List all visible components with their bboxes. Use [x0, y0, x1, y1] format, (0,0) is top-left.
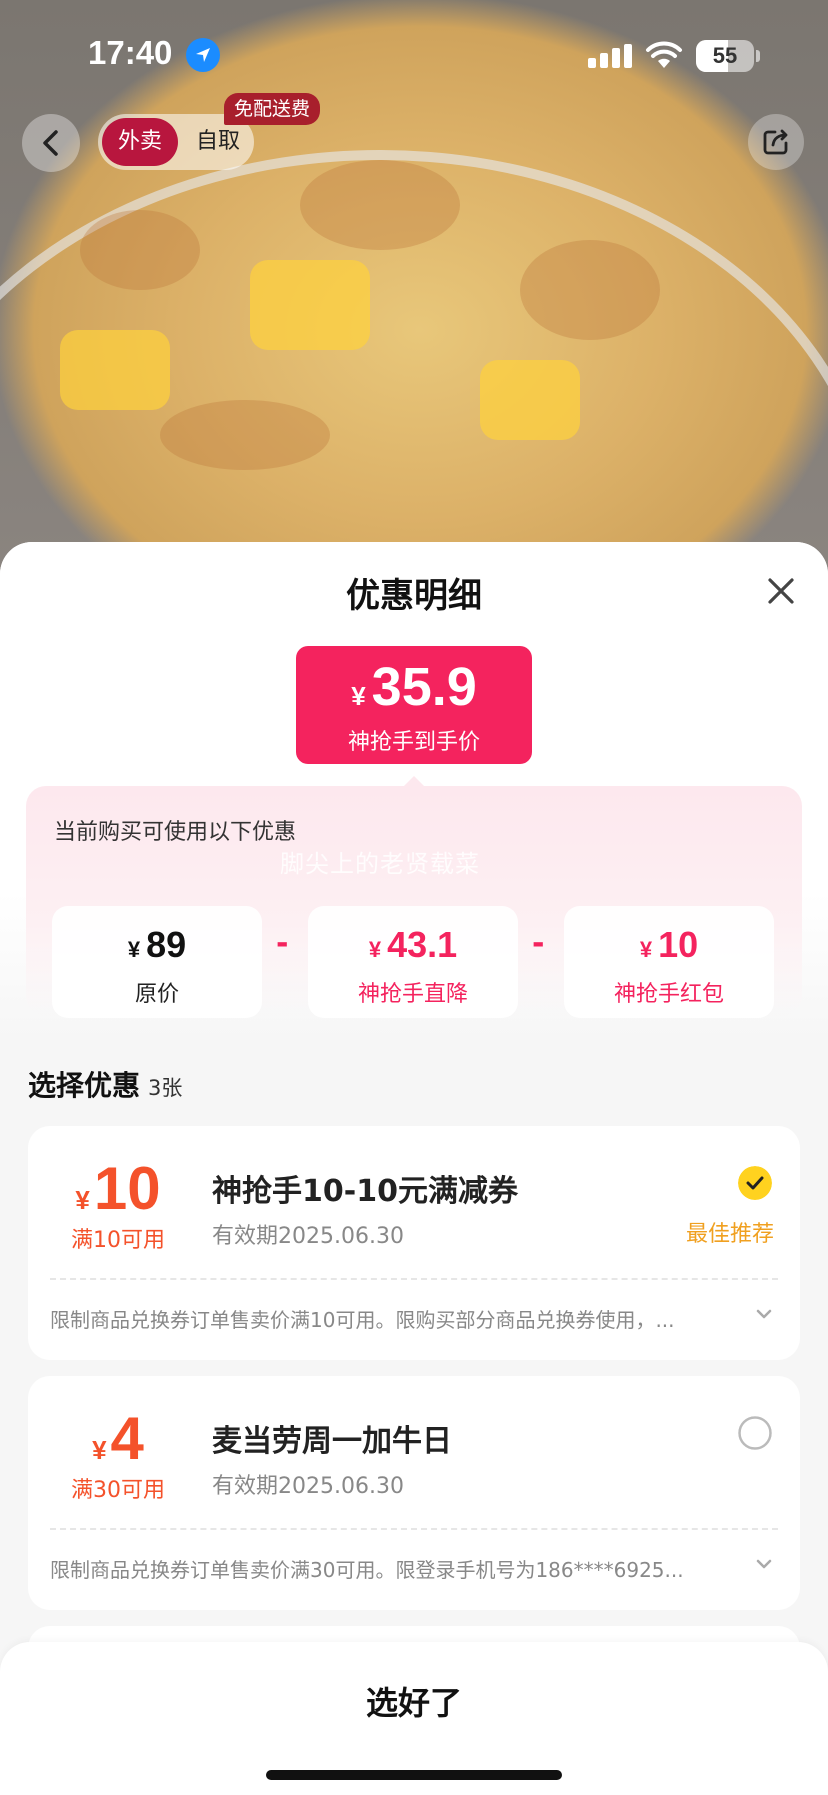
breakdown-original-price: ¥89 原价 [52, 906, 262, 1018]
final-price-label: 神抢手到手价 [347, 730, 480, 755]
coupon-condition: 满10可用 [71, 1228, 165, 1253]
breakdown-red-packet: ¥10 神抢手红包 [564, 906, 774, 1018]
breakdown-title: 当前购买可使用以下优惠 [54, 820, 297, 845]
chevron-down-icon[interactable] [754, 1556, 774, 1572]
share-button[interactable] [748, 114, 804, 170]
divider [50, 1528, 778, 1530]
final-price-box: ¥35.9 神抢手到手价 [296, 646, 532, 764]
minus-sign: - [276, 926, 289, 961]
mode-delivery-tab[interactable]: 外卖 [102, 118, 178, 166]
coupon-description: 限制商品兑换券订单售卖价满30可用。限登录手机号为186****6925... [50, 1558, 684, 1582]
battery-icon: 55 [696, 40, 754, 72]
status-bar: 17:40 55 [0, 0, 828, 110]
sheet-footer: 选好了 [0, 1642, 828, 1795]
coupon-card[interactable]: ¥10 满10可用 神抢手10-10元满减券 有效期2025.06.30 最佳推… [28, 1126, 800, 1360]
final-price: ¥35.9 [351, 657, 477, 717]
price-breakdown: 当前购买可使用以下优惠 脚尖上的老贤载菜 ¥89 原价 - ¥43.1 神抢手直… [26, 786, 802, 1018]
coupon-expiry: 有效期2025.06.30 [212, 1224, 404, 1249]
sheet-title: 优惠明细 [346, 576, 482, 616]
back-chevron-icon [43, 130, 58, 156]
free-delivery-badge: 免配送费 [224, 93, 321, 125]
coupon-name: 麦当劳周一加牛日 [212, 1424, 452, 1459]
location-arrow-icon [186, 38, 220, 72]
close-icon[interactable] [762, 572, 800, 610]
share-icon [763, 129, 788, 155]
coupon-count: 3张 [148, 1076, 183, 1100]
check-icon[interactable] [738, 1166, 772, 1200]
battery-level: 55 [712, 43, 738, 68]
discount-details-sheet: 优惠明细 ¥35.9 神抢手到手价 当前购买可使用以下优惠 脚尖上的老贤载菜 ¥… [0, 542, 828, 1795]
radio-empty-icon[interactable] [738, 1416, 772, 1450]
mode-pickup-tab[interactable]: 自取 [188, 118, 248, 166]
wifi-icon [646, 41, 682, 68]
confirm-button[interactable]: 选好了 [0, 1678, 828, 1724]
best-recommend-tag: 最佳推荐 [686, 1222, 775, 1247]
back-button[interactable] [22, 114, 80, 172]
breakdown-direct-discount: ¥43.1 神抢手直降 [308, 906, 518, 1018]
select-discount-heading: 选择优惠 3张 [28, 1069, 183, 1102]
coupon-card[interactable]: ¥4 满30可用 麦当劳周一加牛日 有效期2025.06.30 限制商品兑换券订… [28, 1376, 800, 1610]
coupon-amount: ¥10 [75, 1155, 161, 1222]
signal-icon [588, 44, 632, 68]
coupon-condition: 满30可用 [71, 1478, 165, 1503]
minus-sign: - [532, 926, 545, 961]
divider [50, 1278, 778, 1280]
chevron-down-icon[interactable] [754, 1306, 774, 1322]
watermark: 脚尖上的老贤载菜 [280, 850, 480, 878]
coupon-expiry: 有效期2025.06.30 [212, 1474, 404, 1499]
coupon-description: 限制商品兑换券订单售卖价满10可用。限购买部分商品兑换券使用，... [50, 1308, 675, 1332]
coupon-amount: ¥4 [92, 1405, 144, 1472]
status-time: 17:40 [88, 34, 173, 71]
coupon-name: 神抢手10-10元满减券 [212, 1174, 518, 1209]
home-indicator [266, 1770, 562, 1780]
